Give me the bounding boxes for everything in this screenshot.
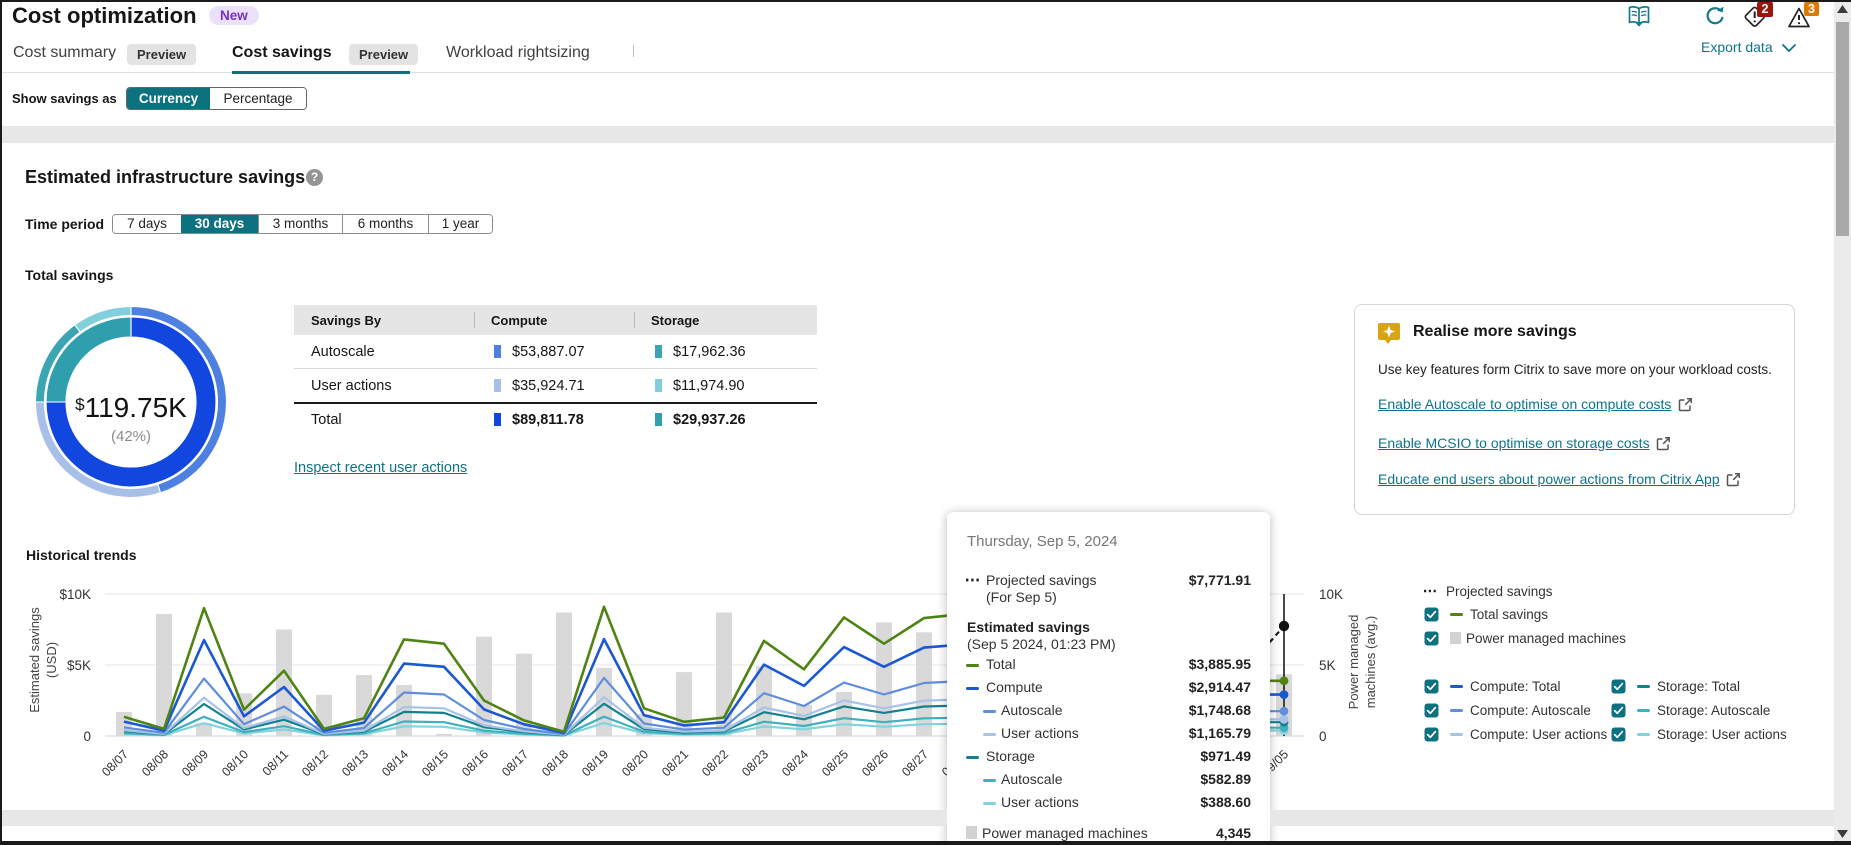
svg-text:08/24: 08/24	[779, 747, 811, 779]
svg-text:08/10: 08/10	[219, 747, 251, 779]
svg-text:08/07: 08/07	[99, 747, 131, 779]
svg-text:08/13: 08/13	[339, 747, 371, 779]
svg-text:08/22: 08/22	[699, 747, 731, 779]
svg-text:08/12: 08/12	[299, 747, 331, 779]
svg-text:0: 0	[1319, 729, 1327, 744]
svg-text:08/26: 08/26	[859, 747, 891, 779]
svg-text:10K: 10K	[1319, 587, 1343, 602]
svg-text:08/09: 08/09	[179, 747, 211, 779]
svg-text:08/25: 08/25	[819, 747, 851, 779]
svg-text:08/20: 08/20	[619, 747, 651, 779]
svg-text:5K: 5K	[1319, 658, 1336, 673]
svg-text:08/08: 08/08	[139, 747, 171, 779]
svg-text:08/17: 08/17	[499, 747, 531, 779]
svg-text:08/14: 08/14	[379, 747, 411, 779]
svg-text:08/27: 08/27	[899, 747, 931, 779]
svg-text:$5K: $5K	[67, 658, 91, 673]
svg-text:08/15: 08/15	[419, 747, 451, 779]
svg-text:08/16: 08/16	[459, 747, 491, 779]
svg-text:0: 0	[83, 729, 91, 744]
svg-text:08/19: 08/19	[579, 747, 611, 779]
svg-text:08/23: 08/23	[739, 747, 771, 779]
svg-text:08/11: 08/11	[260, 747, 291, 778]
svg-text:08/21: 08/21	[659, 747, 691, 779]
svg-text:08/18: 08/18	[539, 747, 571, 779]
svg-text:$10K: $10K	[59, 587, 91, 602]
